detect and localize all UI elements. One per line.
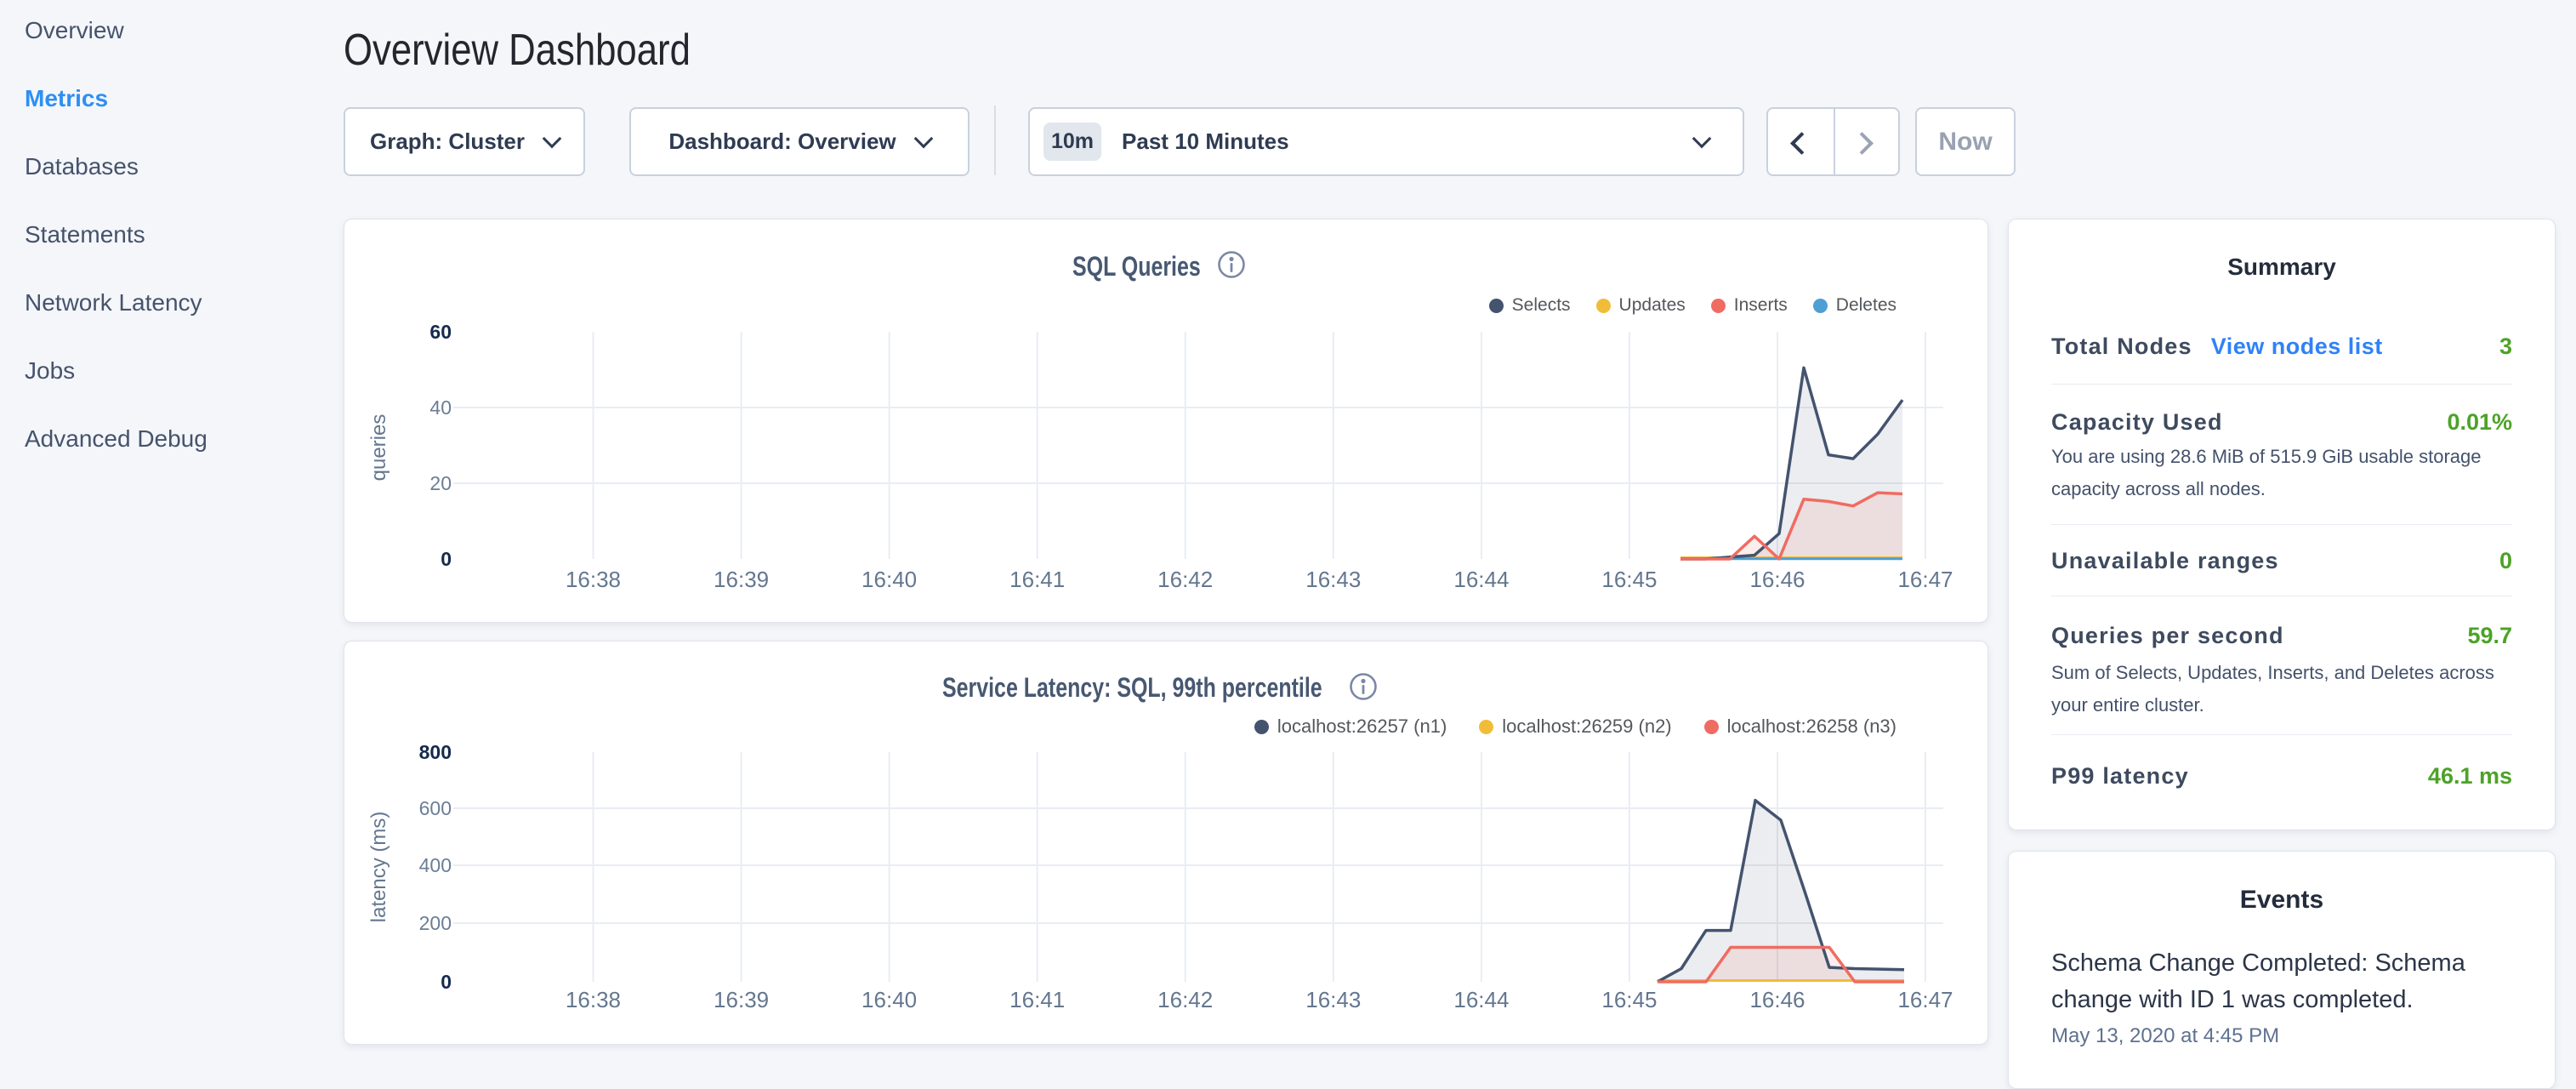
svg-text:0: 0 [441, 971, 452, 993]
svg-text:40: 40 [429, 396, 452, 419]
svg-text:16:40: 16:40 [862, 987, 917, 1012]
svg-text:16:42: 16:42 [1157, 567, 1213, 592]
svg-text:16:43: 16:43 [1305, 987, 1361, 1012]
svg-text:16:47: 16:47 [1897, 987, 1953, 1012]
svg-text:latency (ms): latency (ms) [367, 812, 390, 923]
svg-text:16:44: 16:44 [1453, 567, 1509, 592]
svg-text:16:41: 16:41 [1009, 567, 1065, 592]
svg-text:16:44: 16:44 [1453, 987, 1509, 1012]
svg-text:16:38: 16:38 [566, 567, 621, 592]
svg-text:16:47: 16:47 [1897, 567, 1953, 592]
svg-text:16:40: 16:40 [862, 567, 917, 592]
svg-text:60: 60 [429, 321, 452, 343]
svg-text:0: 0 [441, 548, 452, 570]
svg-text:600: 600 [419, 797, 452, 819]
svg-text:16:38: 16:38 [566, 987, 621, 1012]
svg-text:800: 800 [419, 741, 452, 763]
svg-text:20: 20 [429, 472, 452, 494]
svg-text:16:46: 16:46 [1749, 567, 1805, 592]
svg-text:200: 200 [419, 912, 452, 934]
svg-text:400: 400 [419, 854, 452, 876]
svg-text:16:39: 16:39 [714, 567, 769, 592]
svg-text:16:41: 16:41 [1009, 987, 1065, 1012]
svg-text:16:46: 16:46 [1749, 987, 1805, 1012]
svg-text:queries: queries [367, 414, 390, 482]
svg-text:16:45: 16:45 [1601, 567, 1657, 592]
svg-text:16:45: 16:45 [1601, 987, 1657, 1012]
svg-text:16:39: 16:39 [714, 987, 769, 1012]
svg-text:16:42: 16:42 [1157, 987, 1213, 1012]
svg-text:16:43: 16:43 [1305, 567, 1361, 592]
